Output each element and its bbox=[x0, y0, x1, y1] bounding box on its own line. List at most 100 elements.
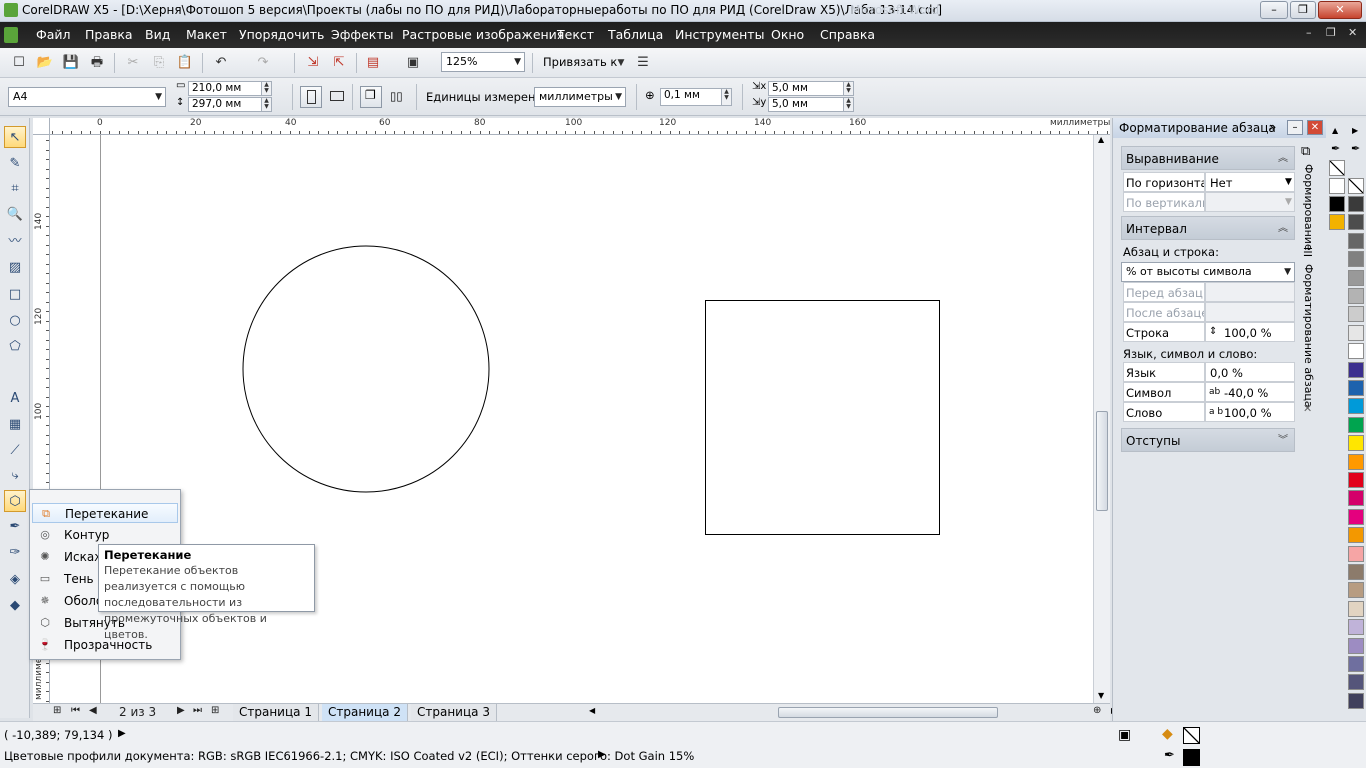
circle-shape[interactable] bbox=[242, 245, 490, 493]
scroll-up-icon[interactable]: ▲ bbox=[1098, 135, 1104, 144]
navigator-icon[interactable]: ⊕ bbox=[1093, 705, 1101, 716]
horizontal-alignment-select[interactable]: Нет bbox=[1205, 172, 1295, 192]
cut-icon[interactable]: ✂ bbox=[124, 54, 142, 72]
width-spin-arrows[interactable]: ▲ ▼ bbox=[261, 82, 271, 95]
color-swatch[interactable] bbox=[1348, 619, 1364, 635]
tab-page-1[interactable]: Страница 1 bbox=[233, 704, 319, 721]
color-swatch[interactable] bbox=[1329, 196, 1345, 212]
page-height-field[interactable]: 297,0 мм ▲ ▼ bbox=[188, 97, 272, 112]
collapse-chevron-icon[interactable]: ︽ bbox=[1278, 217, 1288, 241]
landscape-button[interactable] bbox=[330, 91, 344, 101]
scroll-down-icon[interactable]: ▼ bbox=[1098, 691, 1104, 700]
coreldraw-app-icon[interactable] bbox=[4, 3, 18, 17]
color-swatch[interactable] bbox=[1348, 251, 1364, 267]
open-icon[interactable]: 📂 bbox=[36, 54, 54, 72]
new-document-icon[interactable]: ☐ bbox=[10, 54, 28, 72]
flyout-item-blend[interactable]: ⧉ Перетекание bbox=[32, 503, 178, 523]
portrait-button[interactable] bbox=[300, 86, 322, 108]
units-combo[interactable]: миллиметры ▼ bbox=[534, 87, 626, 107]
text-tool-icon[interactable]: A bbox=[4, 388, 26, 410]
flyout-item-contour[interactable]: ◎ Контур bbox=[32, 525, 178, 545]
options-icon[interactable]: ☰ bbox=[634, 54, 652, 72]
collapse-chevron-icon[interactable]: ︽ bbox=[1278, 147, 1288, 171]
paste-icon[interactable]: 📋 bbox=[176, 54, 194, 72]
color-swatch[interactable] bbox=[1348, 417, 1364, 433]
fill-tool-icon[interactable]: ◈ bbox=[4, 569, 26, 591]
ellipse-tool-icon[interactable]: ○ bbox=[4, 310, 26, 332]
minimize-button[interactable]: – bbox=[1260, 1, 1288, 19]
zoom-tool-icon[interactable]: 🔍 bbox=[4, 204, 26, 226]
snap-to-button[interactable]: Привязать к bbox=[543, 55, 617, 69]
add-page-before-icon[interactable]: ⊞ bbox=[53, 705, 61, 716]
docker-minimize-button[interactable]: – bbox=[1287, 120, 1303, 135]
undo-icon[interactable]: ↶ bbox=[212, 54, 230, 72]
line-spacing-field[interactable]: 100,0 % bbox=[1205, 322, 1295, 342]
color-swatch[interactable] bbox=[1348, 656, 1364, 672]
nudge-field[interactable]: 0,1 мм ▲ ▼ bbox=[660, 88, 732, 106]
freehand-tool-icon[interactable]: 〰 bbox=[4, 231, 26, 253]
color-swatch[interactable] bbox=[1348, 288, 1364, 304]
color-swatch[interactable] bbox=[1348, 435, 1364, 451]
print-icon[interactable]: 🖶 bbox=[88, 54, 106, 72]
expand-arrow-icon[interactable]: ▶ bbox=[118, 728, 126, 739]
language-spacing-field[interactable]: 0,0 % bbox=[1205, 362, 1295, 382]
color-swatch[interactable] bbox=[1348, 509, 1364, 525]
fill-bucket-icon[interactable]: ◆ bbox=[1162, 726, 1173, 742]
color-swatch[interactable] bbox=[1348, 564, 1364, 580]
fill-indicator-icon[interactable]: ▣ bbox=[1118, 727, 1131, 743]
page-counter[interactable]: 2 из 3 bbox=[119, 705, 156, 719]
color-swatch[interactable] bbox=[1348, 674, 1364, 690]
duplicate-x-field[interactable]: 5,0 мм ▲ ▼ bbox=[768, 81, 854, 96]
paragraph-tab-icon[interactable]: ☰ bbox=[1303, 246, 1313, 259]
palette-eyedropper-icon[interactable]: ✒ bbox=[1331, 142, 1340, 155]
color-swatch[interactable] bbox=[1348, 490, 1364, 506]
outline-pen-icon[interactable]: ✒ bbox=[1164, 748, 1175, 763]
indents-section-header[interactable]: Отступы ︾ bbox=[1121, 428, 1295, 452]
close-button[interactable]: ✕ bbox=[1318, 1, 1362, 19]
application-launcher-icon[interactable]: ▤ bbox=[364, 54, 382, 72]
color-swatch[interactable] bbox=[1348, 214, 1364, 230]
color-swatch[interactable] bbox=[1348, 601, 1364, 617]
menu-arrange[interactable]: Упорядочить bbox=[239, 27, 324, 42]
import-icon[interactable]: ⇲ bbox=[304, 54, 322, 72]
no-color-swatch[interactable] bbox=[1329, 160, 1345, 176]
no-fill-swatch[interactable] bbox=[1183, 727, 1200, 744]
next-page-icon[interactable]: ▶ bbox=[177, 705, 185, 716]
color-swatch[interactable] bbox=[1348, 472, 1364, 488]
smart-fill-icon[interactable]: ▨ bbox=[4, 257, 26, 279]
tab-page-3[interactable]: Страница 3 bbox=[411, 704, 497, 721]
menu-table[interactable]: Таблица bbox=[608, 27, 663, 42]
shape-tool-icon[interactable]: ✎ bbox=[4, 153, 26, 175]
palette-scroll-up-icon[interactable]: ▲ bbox=[1332, 126, 1338, 135]
docker-collapse-icon[interactable]: » bbox=[1269, 120, 1276, 134]
export-icon[interactable]: ⇱ bbox=[330, 54, 348, 72]
all-pages-button[interactable]: ❐ bbox=[360, 86, 382, 108]
pick-tool-icon[interactable]: ↖ bbox=[4, 126, 26, 148]
palette-expand-icon[interactable]: ▶ bbox=[1352, 126, 1358, 135]
color-swatch[interactable] bbox=[1348, 362, 1364, 378]
doc-minimize-button[interactable]: – bbox=[1306, 26, 1312, 39]
vertical-scroll-thumb[interactable] bbox=[1096, 411, 1108, 511]
tab-paragraph-formatting[interactable]: Форматирование абзаца bbox=[1302, 264, 1315, 408]
tab-page-2[interactable]: Страница 2 bbox=[322, 704, 408, 721]
menu-layout[interactable]: Макет bbox=[186, 27, 227, 42]
page-size-combo[interactable]: A4 ▼ bbox=[8, 87, 166, 107]
nudge-spin-arrows[interactable]: ▲ ▼ bbox=[721, 89, 731, 105]
color-swatch[interactable] bbox=[1348, 270, 1364, 286]
color-swatch[interactable] bbox=[1329, 178, 1345, 194]
profile-arrow-icon[interactable]: ▶ bbox=[598, 749, 606, 760]
color-swatch[interactable] bbox=[1348, 398, 1364, 414]
horizontal-scroll-thumb[interactable] bbox=[778, 707, 998, 718]
prev-page-icon[interactable]: ◀ bbox=[89, 705, 97, 716]
eyedropper-tool-icon[interactable]: ✒ bbox=[4, 516, 26, 538]
dup-y-spin-arrows[interactable]: ▲ ▼ bbox=[843, 98, 853, 111]
rectangle-tool-icon[interactable]: □ bbox=[4, 284, 26, 306]
color-swatch[interactable] bbox=[1329, 214, 1345, 230]
color-swatch[interactable] bbox=[1348, 454, 1364, 470]
color-swatch[interactable] bbox=[1348, 546, 1364, 562]
polygon-tool-icon[interactable]: ⬠ bbox=[4, 336, 26, 358]
before-paragraph-field[interactable] bbox=[1205, 282, 1295, 302]
snap-dropdown-icon[interactable]: ▼ bbox=[612, 54, 630, 72]
current-page-icon[interactable]: ▯▯ bbox=[390, 89, 403, 103]
table-tool-icon[interactable]: ▦ bbox=[4, 414, 26, 436]
